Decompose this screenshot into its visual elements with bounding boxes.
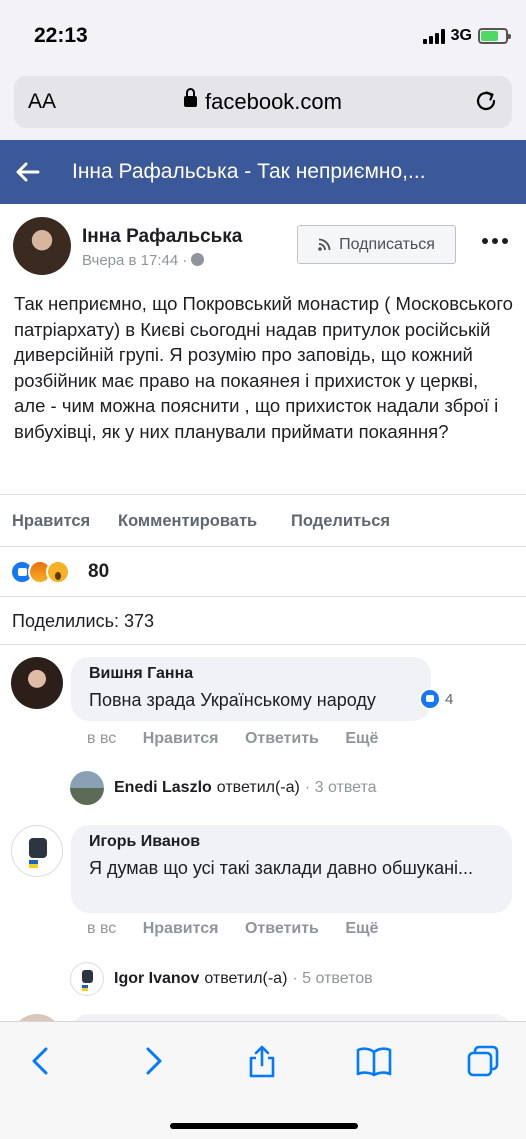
page-header: Інна Рафальська - Так неприємно,... <box>0 140 526 204</box>
bookmarks-icon[interactable] <box>355 1044 393 1078</box>
avatar <box>70 962 104 996</box>
view-replies[interactable]: Enedi Laszlo ответил(-а) · 3 ответа <box>70 771 377 805</box>
comment-author[interactable]: Вишня Ганна <box>89 665 413 683</box>
reaction-count: 80 <box>88 561 110 582</box>
status-time: 22:13 <box>34 24 88 47</box>
comment-actions: в вс Нравится Ответить Ещё <box>87 920 400 938</box>
shares-count: Поделились: 373 <box>12 611 154 631</box>
status-indicators: 3G <box>422 27 511 45</box>
signal-icon <box>422 28 445 44</box>
comment-more-button[interactable]: Ещё <box>345 920 378 937</box>
globe-icon <box>191 253 205 266</box>
forward-icon[interactable] <box>136 1044 170 1078</box>
comment-time[interactable]: в вс <box>87 920 116 937</box>
post-timestamp[interactable]: Вчера в 17:44 · <box>82 252 205 269</box>
avatar <box>70 771 104 805</box>
post-author[interactable]: Інна Рафальська <box>82 226 242 248</box>
wow-reaction-icon <box>46 560 70 584</box>
avatar[interactable] <box>11 825 63 877</box>
like-icon <box>419 688 441 710</box>
reply-author: Igor Ivanov <box>114 970 200 987</box>
view-replies[interactable]: Igor Ivanov ответил(-а) · 5 ответов <box>70 962 373 996</box>
reply-count: · 5 ответов <box>292 970 373 987</box>
network-label: 3G <box>450 27 472 44</box>
home-indicator <box>170 1123 358 1129</box>
lock-icon <box>184 88 198 110</box>
post-actions: Нравится Комментировать Поделиться <box>0 494 526 547</box>
reactions-summary[interactable]: 80 <box>0 547 526 597</box>
comment-text: Повна зрада Українському народу <box>89 690 376 710</box>
back-icon[interactable] <box>24 1044 58 1078</box>
like-button[interactable]: Нравится <box>12 512 90 531</box>
address-field[interactable]: AA facebook.com <box>14 76 512 128</box>
rss-icon <box>318 238 331 251</box>
url-text: facebook.com <box>205 89 342 114</box>
browser-bar: AA facebook.com <box>0 74 526 140</box>
comment-time[interactable]: в вс <box>87 730 116 747</box>
reply-verb: ответил(-а) <box>204 970 288 987</box>
post-text: Так неприємно, що Покровський монастир (… <box>14 293 513 442</box>
browser-toolbar <box>0 1021 526 1139</box>
more-options-icon[interactable] <box>482 238 508 244</box>
comment-reply-button[interactable]: Ответить <box>245 730 319 747</box>
comment-author[interactable]: Игорь Иванов <box>89 833 494 851</box>
status-bar: 22:13 3G <box>0 0 526 74</box>
comment-like-count: 4 <box>445 690 454 708</box>
comment-like-badge[interactable]: 4 <box>419 688 453 710</box>
avatar[interactable] <box>13 217 71 275</box>
comment-more-button[interactable]: Ещё <box>345 730 378 747</box>
comment-bubble: Игорь Иванов Я думав що усі такі заклади… <box>71 825 512 913</box>
reload-icon[interactable] <box>472 87 500 115</box>
comment-reply-button[interactable]: Ответить <box>245 920 319 937</box>
comment-like-button[interactable]: Нравится <box>143 730 219 747</box>
shares-summary[interactable]: Поделились: 373 <box>0 597 526 645</box>
comment-like-button[interactable]: Нравится <box>143 920 219 937</box>
share-button[interactable]: Поделиться <box>291 512 390 531</box>
reply-verb: ответил(-а) <box>216 779 300 796</box>
page-title: Інна Рафальська - Так неприємно,... <box>72 160 426 183</box>
reply-author: Enedi Laszlo <box>114 779 212 796</box>
battery-icon <box>478 28 511 44</box>
subscribe-button[interactable]: Подписаться <box>297 225 456 264</box>
avatar[interactable] <box>11 657 63 709</box>
reply-count: · 3 ответа <box>304 779 377 796</box>
comment-bubble: Вишня Ганна Повна зрада Українському нар… <box>71 657 431 721</box>
back-arrow-icon[interactable] <box>14 158 42 186</box>
comment-actions: в вс Нравится Ответить Ещё <box>87 730 400 748</box>
tabs-icon[interactable] <box>466 1044 500 1078</box>
comment-text: Я думав що усі такі заклади давно обшука… <box>89 858 474 878</box>
share-icon[interactable] <box>245 1044 279 1078</box>
comment-button[interactable]: Комментировать <box>118 512 257 531</box>
